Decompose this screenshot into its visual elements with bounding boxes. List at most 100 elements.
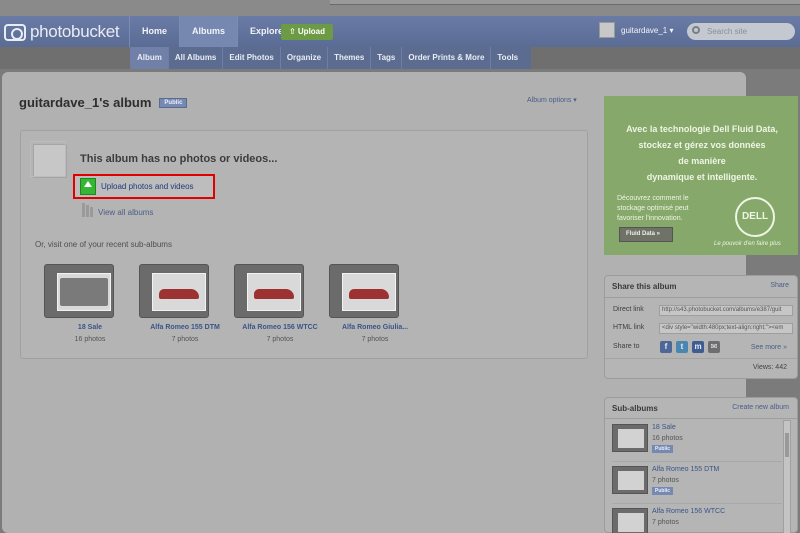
sub-album-count: 16 photos — [74, 336, 106, 343]
album-options-menu[interactable]: Album options ▾ — [527, 96, 577, 104]
facebook-icon[interactable]: f — [660, 341, 672, 353]
sub-album-thumbnail[interactable] — [329, 264, 399, 318]
sub-album-list-name[interactable]: 18 Sale — [652, 424, 676, 431]
tab-order-prints[interactable]: Order Prints & More — [401, 47, 490, 69]
sub-album-name[interactable]: Alfa Romeo 156 WTCC — [225, 324, 335, 331]
user-menu[interactable]: guitardave_1 ▾ — [599, 22, 674, 38]
main-nav: Home Albums Explore — [129, 16, 295, 47]
ad-subtext: Découvrez comment le stockage optimisé p… — [617, 194, 717, 224]
ad-headline: Avec la technologie Dell Fluid Data, sto… — [612, 121, 792, 185]
username: guitardave_1 ▾ — [621, 25, 674, 35]
sub-album-count: 7 photos — [266, 336, 294, 343]
share-panel-title: Share this album — [612, 282, 677, 291]
sub-album-list-badge: Public — [652, 487, 674, 495]
sub-album-list-thumbnail[interactable] — [612, 466, 648, 494]
ad-fluid-data-button[interactable]: Fluid Data » — [619, 227, 673, 242]
sub-album-name[interactable]: 18 Sale — [35, 324, 145, 331]
ad-headline-line: stockez et gérez vos données — [638, 140, 766, 150]
upload-photos-label: Upload photos and videos — [101, 182, 194, 191]
nav-albums[interactable]: Albums — [179, 16, 238, 47]
view-count: Views: 442 — [752, 364, 787, 371]
album-title-text: guitardave_1's album — [19, 95, 152, 110]
page-title: guitardave_1's album Public — [19, 95, 188, 110]
share-icons: f t m ✉ — [660, 341, 720, 353]
sub-album-thumbnail[interactable] — [139, 264, 209, 318]
tab-all-albums[interactable]: All Albums — [167, 47, 222, 69]
ad-subtext-line: favoriser l'innovation. — [617, 215, 683, 222]
scrollbar-thumb[interactable] — [785, 433, 789, 457]
upload-photos-link[interactable]: Upload photos and videos — [73, 174, 215, 199]
sub-album-list-thumbnail[interactable] — [612, 508, 648, 533]
sub-albums-scrollbar[interactable] — [783, 420, 791, 533]
direct-link-label: Direct link — [613, 306, 644, 313]
tab-tools[interactable]: Tools — [490, 47, 524, 69]
sub-album-list-item[interactable]: 18 Sale 16 photos Public — [612, 422, 782, 462]
recent-sub-albums-heading: Or, visit one of your recent sub-albums — [35, 240, 172, 249]
sub-album-list-item[interactable]: Alfa Romeo 155 DTM 7 photos Public — [612, 464, 782, 504]
myspace-icon[interactable]: m — [692, 341, 704, 353]
sub-album-list-item[interactable]: Alfa Romeo 156 WTCC 7 photos — [612, 506, 782, 533]
ad-headline-line: de manière — [678, 156, 726, 166]
sub-album-list-count: 7 photos — [652, 477, 679, 484]
sub-album-list-thumbnail[interactable] — [612, 424, 648, 452]
share-panel: Share this album Share Direct link http:… — [604, 275, 798, 379]
ad-headline-line: dynamique et intelligente. — [646, 172, 758, 182]
direct-link-field[interactable]: http://s43.photobucket.com/albums/e387/g… — [659, 305, 793, 316]
html-link-label: HTML link — [613, 324, 645, 331]
tab-organize[interactable]: Organize — [279, 47, 327, 69]
upload-button[interactable]: ⇧ Upload — [281, 24, 333, 40]
search-icon — [692, 26, 700, 34]
avatar — [599, 22, 615, 38]
site-header: photobucket Home Albums Explore ⇧ Upload… — [0, 16, 800, 47]
sub-albums-panel: Sub-albums Create new album 18 Sale 16 p… — [604, 397, 798, 533]
sub-nav: Album All Albums Edit Photos Organize Th… — [0, 47, 800, 69]
sub-album-list-name[interactable]: Alfa Romeo 155 DTM — [652, 466, 719, 473]
share-link[interactable]: Share — [770, 282, 789, 289]
camera-icon — [4, 23, 26, 41]
sub-album-count: 7 photos — [171, 336, 199, 343]
html-link-field[interactable]: <div style="width:480px;text-align:right… — [659, 323, 793, 334]
search-placeholder: Search site — [707, 27, 748, 36]
create-new-album-link[interactable]: Create new album — [732, 404, 789, 411]
logo-text: photobucket — [30, 22, 120, 41]
email-icon[interactable]: ✉ — [708, 341, 720, 353]
tab-album[interactable]: Album — [130, 47, 168, 69]
empty-album-message: This album has no photos or videos... — [80, 153, 278, 165]
sub-album-thumbnail[interactable] — [44, 264, 114, 318]
sub-album-list-badge: Public — [652, 445, 674, 453]
twitter-icon[interactable]: t — [676, 341, 688, 353]
search-input[interactable]: Search site — [687, 23, 795, 40]
books-icon — [82, 203, 93, 217]
tab-themes[interactable]: Themes — [327, 47, 370, 69]
see-more-link[interactable]: See more » — [751, 344, 787, 351]
sub-albums-title: Sub-albums — [612, 404, 658, 413]
sub-album-count: 7 photos — [361, 336, 389, 343]
divider — [605, 418, 797, 419]
divider — [605, 358, 797, 359]
share-to-label: Share to — [613, 343, 640, 350]
top-scrollbar[interactable] — [330, 0, 800, 5]
dell-advertisement[interactable]: Avec la technologie Dell Fluid Data, sto… — [604, 96, 798, 255]
sub-album-list-count: 16 photos — [652, 435, 683, 442]
nav-home[interactable]: Home — [129, 16, 179, 47]
view-all-label: View all albums — [98, 208, 154, 217]
sub-album-name[interactable]: Alfa Romeo 155 DTM — [130, 324, 240, 331]
sub-album-name[interactable]: Alfa Romeo Giulia... — [320, 324, 430, 331]
divider — [605, 297, 797, 298]
ad-tagline: Le pouvoir d'en faire plus — [714, 241, 781, 247]
view-all-albums-link[interactable]: View all albums — [82, 203, 153, 217]
browser-top-strip — [0, 0, 800, 16]
tab-edit-photos[interactable]: Edit Photos — [222, 47, 279, 69]
dell-logo: DELL — [735, 197, 775, 237]
ad-subtext-line: Découvrez comment le — [617, 195, 689, 202]
sub-album-list-name[interactable]: Alfa Romeo 156 WTCC — [652, 508, 725, 515]
upload-button-label: Upload — [297, 27, 326, 36]
ad-headline-line: Avec la technologie Dell Fluid Data, — [626, 124, 778, 134]
logo[interactable]: photobucket — [4, 22, 120, 42]
tab-tags[interactable]: Tags — [370, 47, 401, 69]
sub-album-list-count: 7 photos — [652, 519, 679, 526]
ad-subtext-line: stockage optimisé peut — [617, 205, 689, 212]
empty-album-thumbnail — [30, 141, 67, 178]
upload-arrow-icon — [80, 178, 96, 195]
sub-album-thumbnail[interactable] — [234, 264, 304, 318]
